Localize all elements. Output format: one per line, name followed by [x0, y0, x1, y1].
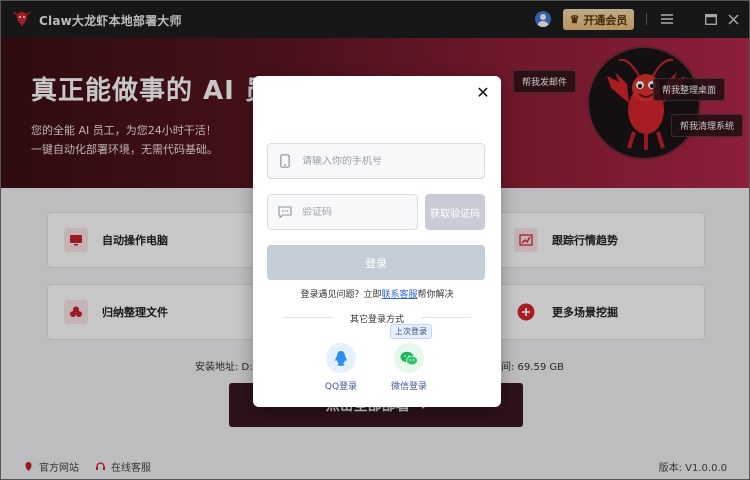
help-prefix: 登录遇见问题？立即 — [300, 290, 382, 300]
phone-input[interactable] — [302, 155, 452, 167]
divider-right — [421, 317, 471, 318]
other-login-title: 其它登录方式 — [349, 315, 404, 325]
phone-icon — [278, 154, 292, 168]
code-field[interactable] — [267, 194, 418, 230]
phone-field[interactable] — [267, 143, 485, 179]
app-window: Claw大龙虾本地部署大师 ♛ 开通会员 真正能做事的 AI 员工 您的全能 A… — [0, 0, 750, 480]
qq-icon — [335, 350, 347, 366]
close-icon[interactable]: ✕ — [475, 85, 491, 101]
login-help: 登录遇见问题？立即联系客服帮你解决 — [253, 287, 501, 300]
code-input[interactable] — [302, 206, 402, 218]
wechat-login-button[interactable] — [394, 343, 424, 373]
qq-login-button[interactable] — [326, 343, 356, 373]
wechat-icon — [400, 351, 418, 365]
login-button[interactable]: 登录 — [267, 245, 485, 280]
last-used-badge: 上次登录 — [390, 324, 432, 339]
wechat-login-label: 微信登录 — [390, 382, 427, 392]
contact-support-link[interactable]: 联系客服 — [381, 290, 417, 300]
message-icon — [278, 205, 292, 219]
help-suffix: 帮你解决 — [417, 290, 454, 300]
login-modal: ✕ 获取验证码 登录 登录遇见问题？立即联系客服帮你解决 其它登录方式 上次登录 — [253, 76, 501, 407]
qq-login-label: QQ登录 — [324, 382, 358, 392]
get-code-button[interactable]: 获取验证码 — [425, 194, 485, 230]
